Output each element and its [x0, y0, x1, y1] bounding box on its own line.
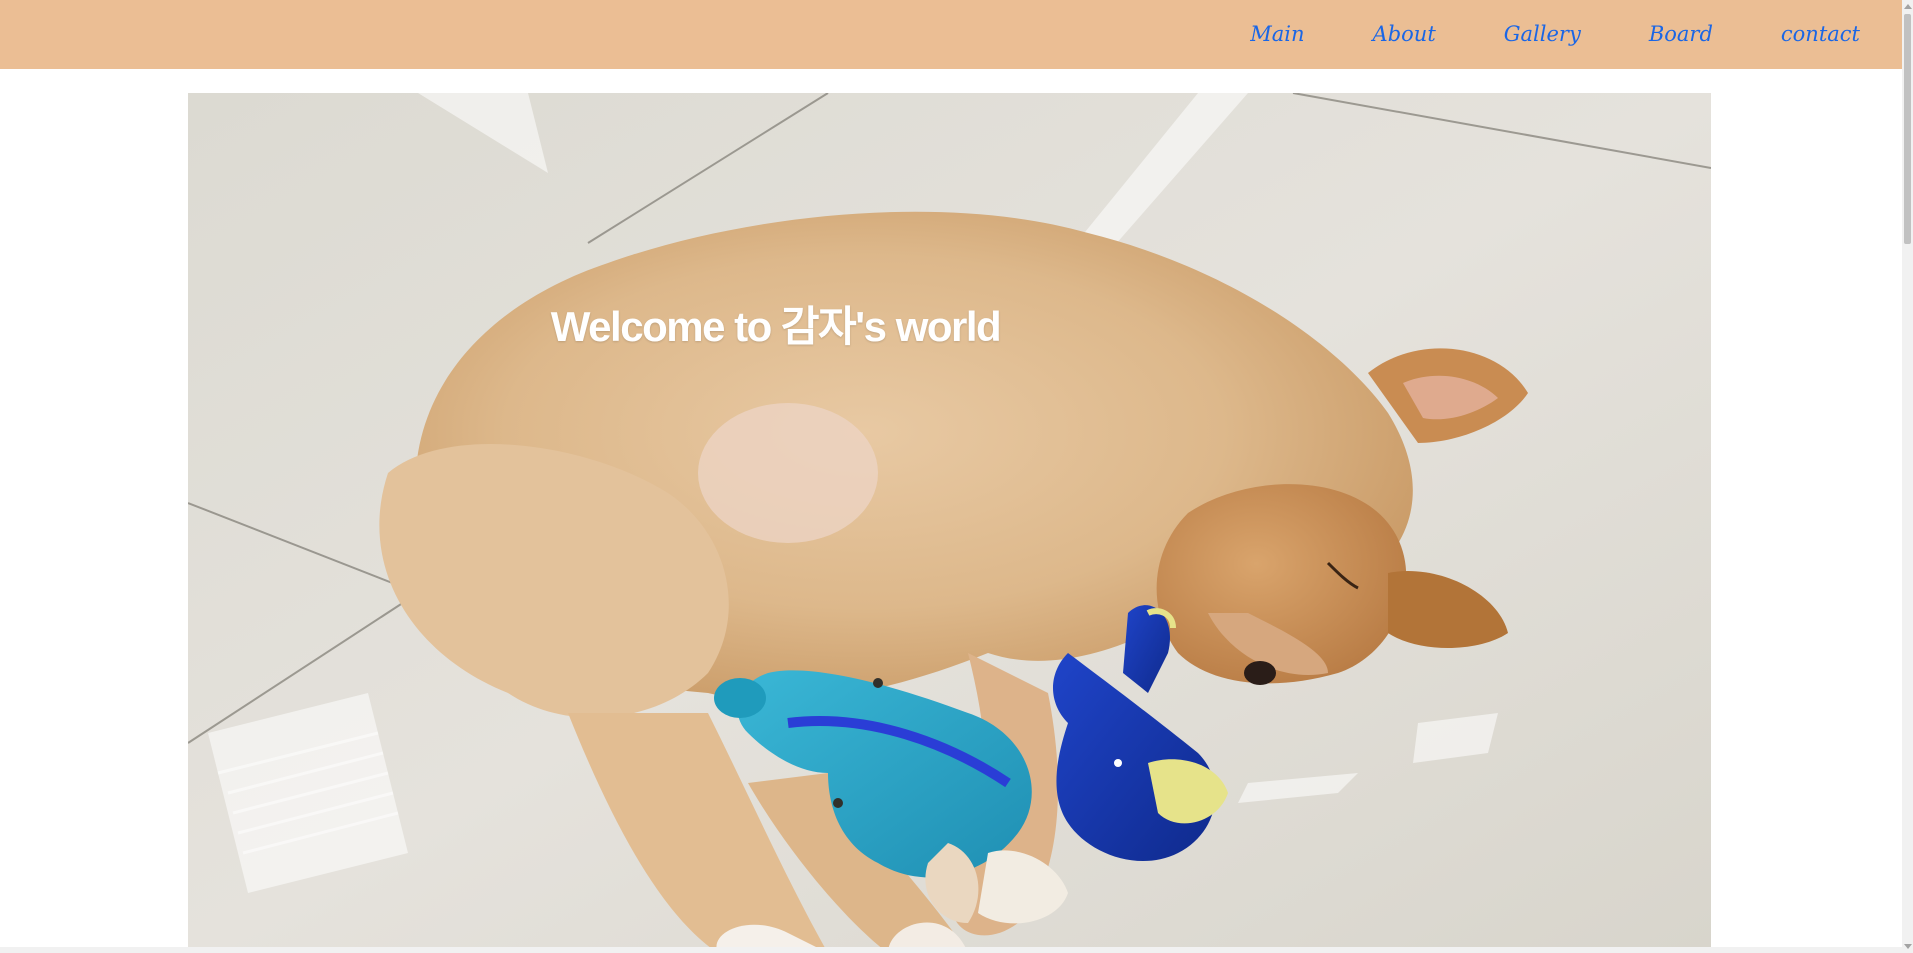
nav-item-contact[interactable]: contact: [1753, 0, 1888, 69]
scroll-up-arrow-icon[interactable]: [1904, 4, 1912, 9]
nav-item-about[interactable]: About: [1345, 0, 1464, 69]
horizontal-scrollbar[interactable]: [0, 947, 1902, 953]
nav-item-gallery[interactable]: Gallery: [1476, 0, 1609, 69]
nav-item-board[interactable]: Board: [1621, 0, 1741, 69]
vertical-scrollbar[interactable]: [1902, 0, 1913, 953]
scroll-thumb[interactable]: [1904, 14, 1911, 244]
hero-title: Welcome to 감자's world: [550, 303, 1002, 351]
hero-image: [188, 93, 1711, 953]
top-navbar: Main About Gallery Board contact: [0, 0, 1902, 69]
nav-item-main[interactable]: Main: [1222, 0, 1332, 69]
nav-menu: Main About Gallery Board contact: [1222, 0, 1902, 69]
scroll-down-arrow-icon[interactable]: [1904, 944, 1912, 949]
hero-section: Welcome to 감자's world: [188, 93, 1711, 953]
